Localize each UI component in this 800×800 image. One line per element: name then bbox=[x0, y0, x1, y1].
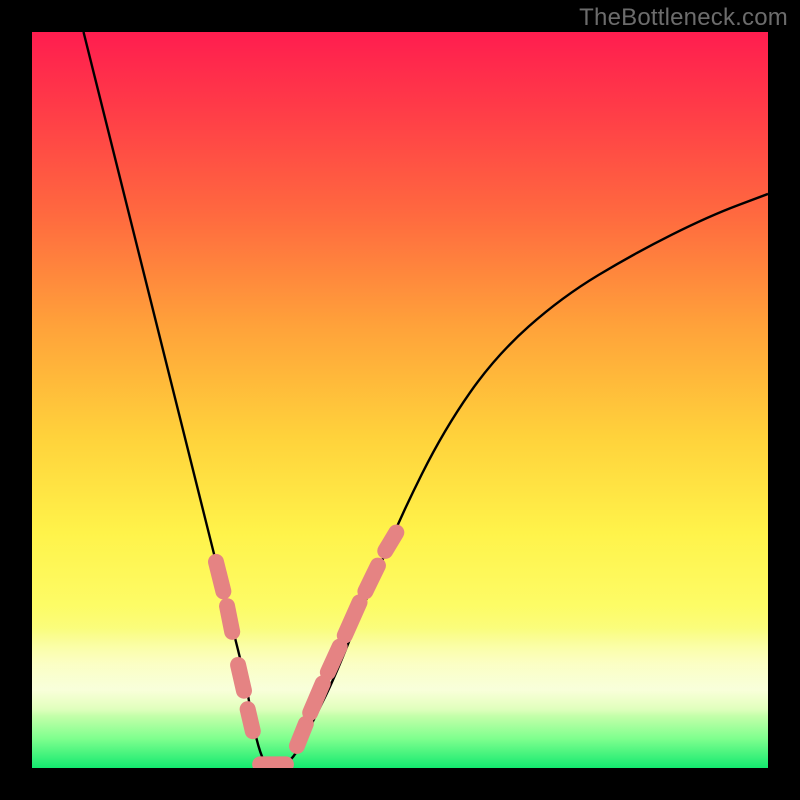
annotation-segment bbox=[248, 709, 253, 731]
annotation-segment bbox=[385, 532, 396, 550]
chart-frame: TheBottleneck.com bbox=[0, 0, 800, 800]
bottleneck-curve bbox=[84, 32, 768, 768]
annotation-segment bbox=[310, 683, 323, 712]
annotation-group bbox=[216, 532, 396, 764]
plot-area bbox=[32, 32, 768, 768]
annotation-segment bbox=[365, 566, 378, 592]
annotation-segment bbox=[227, 606, 232, 632]
annotation-segment bbox=[345, 602, 360, 635]
watermark-text: TheBottleneck.com bbox=[579, 4, 788, 32]
annotation-segment bbox=[238, 665, 244, 691]
annotation-segment bbox=[328, 647, 340, 673]
annotation-segment bbox=[297, 724, 306, 746]
curve-svg bbox=[32, 32, 768, 768]
annotation-segment bbox=[216, 562, 223, 591]
